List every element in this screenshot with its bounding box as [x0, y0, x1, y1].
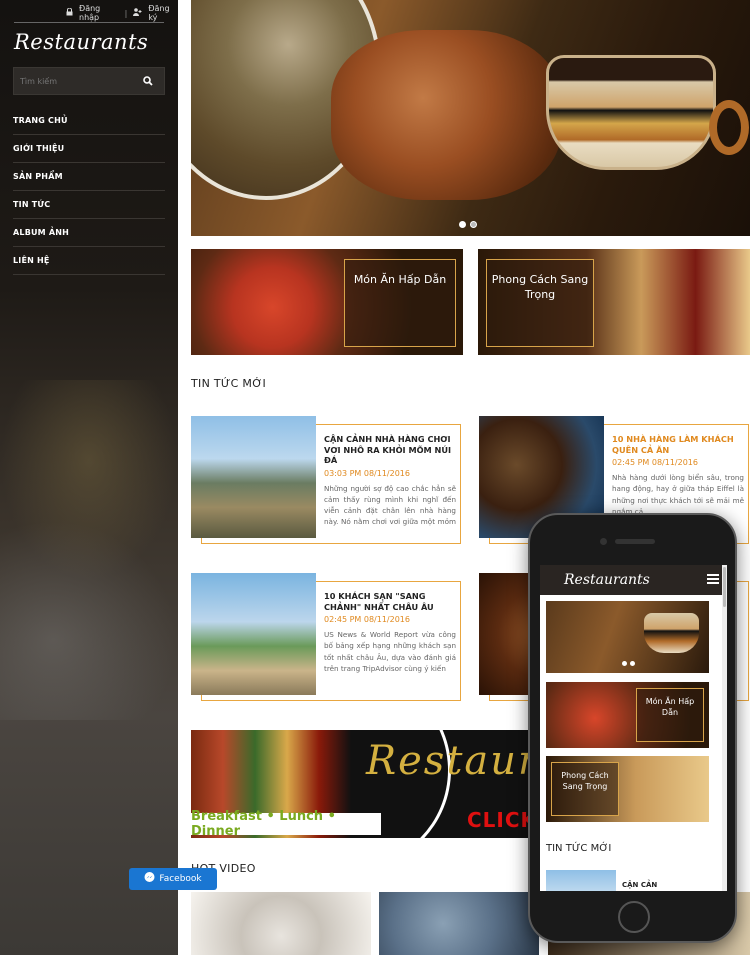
slider-dot[interactable] [470, 221, 477, 228]
hero-image-meat [331, 30, 561, 200]
sidebar-bg-blur [0, 520, 178, 720]
search-box [13, 67, 165, 95]
video-thumbnail[interactable] [191, 892, 371, 955]
hero-image-cup [546, 55, 716, 170]
phone-mockup: Restaurants Món Ăn Hấp Dẫn Phong Cách Sa… [528, 513, 737, 943]
news-title[interactable]: 10 KHÁCH SẠN "SANG CHẢNH" NHẤT CHÂU ÂU [324, 591, 456, 612]
nav-item-about[interactable]: GIỚI THIỆU [13, 135, 165, 163]
mobile-banner-style[interactable]: Phong Cách Sang Trọng [546, 756, 709, 822]
news-title[interactable]: CẬN CẢNH NHÀ HÀNG CHƠI VƠI NHÔ RA KHỎI M… [324, 434, 456, 466]
banner-food[interactable]: Món Ăn Hấp Dẫn [191, 249, 463, 355]
mobile-hero-slider[interactable] [546, 601, 709, 673]
news-thumbnail[interactable] [191, 573, 316, 695]
sidebar: Đăng nhập | Đăng ký Restaurants TRANG CH… [0, 0, 178, 955]
mobile-header: Restaurants [540, 565, 727, 595]
nav-item-contact[interactable]: LIÊN HỆ [13, 247, 165, 275]
slider-dots [622, 661, 635, 666]
site-logo[interactable]: Restaurants [14, 30, 148, 54]
divider [14, 22, 164, 23]
news-desc: Những người sợ độ cao chắc hẳn sẽ cảm th… [324, 483, 456, 529]
news-date: 02:45 PM 08/11/2016 [612, 458, 698, 468]
divider: | [124, 8, 128, 18]
phone-speaker [615, 539, 655, 544]
lock-icon [66, 7, 73, 18]
mobile-banner-food[interactable]: Món Ăn Hấp Dẫn [546, 682, 709, 748]
facebook-chat-button[interactable]: Facebook [129, 868, 217, 890]
news-thumbnail[interactable] [191, 416, 316, 538]
hero-slider[interactable] [191, 0, 750, 236]
mobile-hero-cup [644, 613, 699, 653]
search-icon[interactable] [138, 71, 158, 91]
nav-item-album[interactable]: ALBUM ẢNH [13, 219, 165, 247]
news-card[interactable]: 10 KHÁCH SẠN "SANG CHẢNH" NHẤT CHÂU ÂU 0… [191, 573, 461, 703]
search-input[interactable] [14, 76, 134, 86]
hamburger-menu-icon[interactable] [707, 574, 719, 584]
slider-dot[interactable] [459, 221, 466, 228]
ad-banner[interactable]: Restaura Breakfast • Lunch • Dinner CLIC… [191, 730, 541, 838]
banner-label: Phong Cách Sang Trọng [486, 259, 594, 347]
phone-screen: Restaurants Món Ăn Hấp Dẫn Phong Cách Sa… [540, 565, 727, 891]
news-text: 10 KHÁCH SẠN "SANG CHẢNH" NHẤT CHÂU ÂU 0… [324, 591, 456, 675]
register-link[interactable]: Đăng ký [148, 4, 178, 22]
news-date: 03:03 PM 08/11/2016 [324, 468, 410, 478]
login-link[interactable]: Đăng nhập [79, 4, 119, 22]
banner-label: Món Ăn Hấp Dẫn [344, 259, 456, 347]
mobile-news-thumbnail[interactable] [546, 870, 616, 891]
news-title[interactable]: 10 NHÀ HÀNG LÀM KHÁCH QUÊN CẢ ĂN [612, 434, 744, 455]
news-date: 02:45 PM 08/11/2016 [324, 615, 410, 625]
mobile-news-snippet[interactable]: CẬN CẢN [622, 881, 657, 889]
news-section-title: TIN TỨC MỚI [191, 377, 267, 390]
news-desc: US News & World Report vừa công bố bảng … [324, 630, 456, 673]
slider-dots [459, 221, 477, 228]
nav-item-home[interactable]: TRANG CHỦ [13, 107, 165, 135]
news-card[interactable]: CẬN CẢNH NHÀ HÀNG CHƠI VƠI NHÔ RA KHỎI M… [191, 416, 461, 546]
mobile-banner-label: Phong Cách Sang Trọng [551, 762, 619, 816]
ad-click-button[interactable]: CLICK [467, 808, 537, 832]
account-links: Đăng nhập | Đăng ký [66, 4, 178, 22]
phone-home-button [618, 901, 650, 933]
messenger-icon [144, 872, 155, 886]
banner-style[interactable]: Phong Cách Sang Trọng [478, 249, 750, 355]
news-text: CẬN CẢNH NHÀ HÀNG CHƠI VƠI NHÔ RA KHỎI M… [324, 434, 456, 529]
mobile-logo[interactable]: Restaurants [564, 572, 650, 588]
mobile-banner-label: Món Ăn Hấp Dẫn [636, 688, 704, 742]
nav-item-news[interactable]: TIN TỨC [13, 191, 165, 219]
mobile-news-title: TIN TỨC MỚI [546, 843, 612, 854]
main-nav: TRANG CHỦ GIỚI THIỆU SẢN PHẨM TIN TỨC AL… [13, 107, 165, 275]
mobile-scrollbar[interactable] [722, 565, 727, 891]
video-thumbnail[interactable] [379, 892, 539, 955]
facebook-label: Facebook [159, 874, 202, 884]
user-plus-icon [133, 8, 142, 18]
news-text: 10 NHÀ HÀNG LÀM KHÁCH QUÊN CẢ ĂN 02:45 P… [612, 434, 744, 518]
ad-script-text: Restaura [366, 738, 541, 784]
news-desc: Nhà hàng dưới lòng biển sâu, trong hang … [612, 473, 744, 516]
hero-image-cup-handle [709, 100, 749, 155]
ad-meals-strip: Breakfast • Lunch • Dinner [191, 809, 381, 838]
phone-camera [600, 538, 607, 545]
nav-item-products[interactable]: SẢN PHẨM [13, 163, 165, 191]
